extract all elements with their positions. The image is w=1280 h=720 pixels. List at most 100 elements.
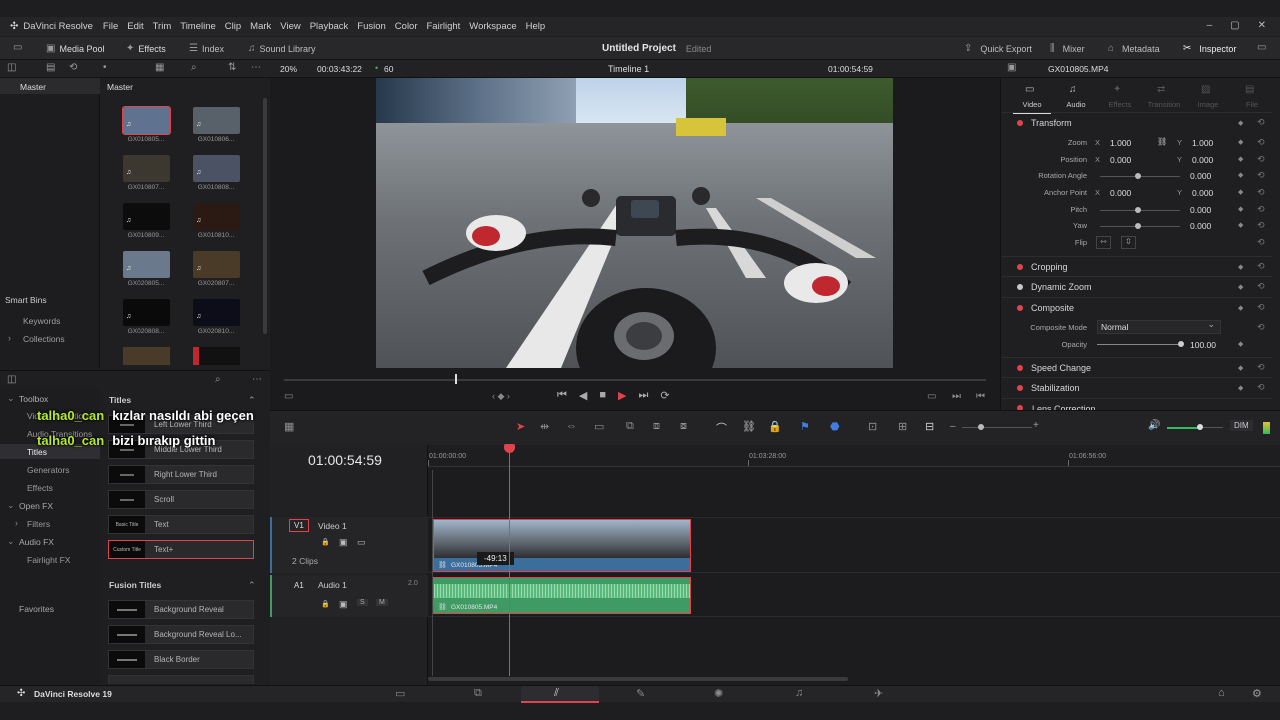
stop-icon[interactable]: ■ [599,389,606,402]
title-tile[interactable]: Basic Title Text [108,515,254,534]
prev-clip-icon[interactable]: ⏮ [976,391,985,402]
overwrite-icon[interactable]: ⧈ [653,420,660,433]
fusion-page-icon[interactable]: ✎ [636,687,645,700]
menu-item-color[interactable]: Color [395,21,418,32]
keyframe-diamond-icon[interactable]: ◆ [1238,283,1243,291]
menu-item-playback[interactable]: Playback [310,21,349,32]
menu-item-timeline[interactable]: Timeline [180,21,216,32]
reset-icon[interactable]: ⟲ [1257,170,1265,181]
flip-horizontal-icon[interactable]: ⇿ [1096,236,1111,249]
title-tile[interactable]: Custom Title Text+ [108,540,254,559]
opacity-slider[interactable] [1097,344,1182,345]
minimize-icon[interactable]: – [1207,20,1213,31]
effects-search-icon[interactable]: ⌕ [215,374,221,385]
keyframe-diamond-icon[interactable]: ◆ [1238,304,1243,312]
mixer-button[interactable]: ⫼ Mixer [1050,37,1085,60]
ruler[interactable] [428,445,1280,467]
tab-effects[interactable]: Effects [1101,100,1139,109]
enable-dot-icon[interactable] [1017,119,1023,126]
chevron-right-icon[interactable]: › [8,333,11,343]
menu-item-view[interactable]: View [280,21,300,32]
opacity-value[interactable]: 100.00 [1190,340,1216,350]
keyframe-diamond-icon[interactable]: ◆ [1238,384,1243,392]
enable-dot-icon[interactable] [1017,304,1023,311]
collapse-icon[interactable]: ⌃ [248,395,256,406]
link-icon[interactable]: ⛓ [1157,137,1167,146]
reset-icon[interactable]: ⟲ [1257,382,1265,393]
menu-item-fairlight[interactable]: Fairlight [427,21,461,32]
clip-thumbnail[interactable]: ♫ [193,107,240,134]
param-x-value[interactable]: 0.000 [1110,188,1131,198]
crop-icon[interactable]: ▭ [284,391,293,402]
flip-vertical-icon[interactable]: ⇳ [1121,236,1136,249]
reset-icon[interactable]: ⟲ [1257,204,1265,215]
media-pool-button[interactable]: ▣ Media Pool [46,37,104,60]
home-icon[interactable]: ⌂ [1218,687,1225,699]
timeline-hscroll[interactable] [428,677,848,681]
tab-video-icon[interactable]: ▭ [1025,84,1034,95]
clip-thumbnail[interactable]: ♫ [123,155,170,182]
zoom-custom-icon[interactable]: ⊟ [925,420,934,433]
keyframe-diamond-icon[interactable]: ◆ [1238,263,1243,271]
param-value[interactable]: 0.000 [1190,221,1211,231]
tab-transition[interactable]: Transition [1145,100,1183,109]
close-icon[interactable]: ✕ [1258,20,1266,31]
keyframe-diamond-icon[interactable]: ◆ [1238,171,1243,179]
audio-clip[interactable]: ⛓ GX010805.MP4 [433,577,691,614]
slider-knob[interactable] [1135,223,1141,229]
menu-item-workspace[interactable]: Workspace [469,21,516,32]
sort-icon[interactable]: ⇅ [228,62,236,73]
metadata-button[interactable]: ⌂ Metadata [1108,37,1160,60]
master-bin-row[interactable] [0,78,100,94]
edit-page-icon[interactable]: ⫽ [554,687,559,700]
clip-thumbnail[interactable]: ♫ [193,251,240,278]
reset-icon[interactable]: ⟲ [1257,154,1265,165]
effects-tree-item[interactable]: Fairlight FX [27,555,70,565]
video-clip[interactable]: ⛓ GX010805.MP4 [433,519,691,572]
chevron-icon[interactable]: › [15,518,18,528]
link-icon[interactable]: ⛓ [742,420,756,433]
fusion-title-tile[interactable]: Background Reveal Lo... [108,625,254,644]
reset-icon[interactable]: ⟲ [1257,137,1265,148]
section-composite[interactable]: Composite ◆ ⟲ [1002,297,1272,317]
param-y-value[interactable]: 0.000 [1192,155,1213,165]
menu-item-file[interactable]: File [103,21,118,32]
timeline-view-icon[interactable]: ▦ [284,420,294,433]
volume-icon[interactable]: 🔊 [1148,420,1160,431]
reset-icon[interactable]: ⟲ [1257,281,1265,292]
reset-icon[interactable]: ⟲ [1257,187,1265,198]
effects-tree-item[interactable]: Favorites [19,604,54,614]
param-y-value[interactable]: 0.000 [1192,188,1213,198]
slider-knob[interactable] [1135,207,1141,213]
reset-icon[interactable]: ⟲ [1257,237,1265,248]
menu-item-trim[interactable]: Trim [153,21,172,32]
clip-thumbnail[interactable]: ♫ [123,299,170,326]
title-tile[interactable]: Scroll [108,490,254,509]
param-y-value[interactable]: 1.000 [1192,138,1213,148]
param-value[interactable]: 0.000 [1190,205,1211,215]
section-cropping[interactable]: Cropping ◆ ⟲ [1002,256,1272,276]
solo-button[interactable]: S [357,599,368,606]
viewer-zoom[interactable]: 20% [280,64,297,74]
keyframe-diamond-icon[interactable]: ◆ [1238,340,1243,348]
lock-icon[interactable]: 🔒 [768,420,782,433]
zoom-minus-icon[interactable]: – [950,421,956,432]
dynamic-trim-icon[interactable]: ⇔ [566,420,577,432]
replace-icon[interactable]: ⧇ [680,420,687,433]
next-clip-icon[interactable]: ⏭ [952,391,961,402]
section-dynamic-zoom[interactable]: Dynamic Zoom ◆ ⟲ [1002,276,1272,296]
effects-tree-item[interactable]: Titles [27,447,47,457]
effects-tree-item[interactable]: Open FX [19,501,53,511]
zoom-slider[interactable] [962,427,1032,428]
tab-transition-icon[interactable]: ⇄ [1157,84,1165,95]
index-button[interactable]: ☰ Index [189,37,224,60]
menu-item-mark[interactable]: Mark [250,21,271,32]
effects-more-icon[interactable]: ⋯ [252,374,262,385]
tab-file[interactable]: File [1233,100,1271,109]
a1-tag[interactable]: A1 [290,580,308,591]
tab-audio-icon[interactable]: ♫ [1069,84,1077,95]
deliver-page-icon[interactable]: ✈ [874,687,883,700]
reset-icon[interactable]: ⟲ [1257,117,1265,128]
fusion-title-tile[interactable]: Background Reveal [108,600,254,619]
fusion-title-tile[interactable]: Black Border [108,650,254,669]
